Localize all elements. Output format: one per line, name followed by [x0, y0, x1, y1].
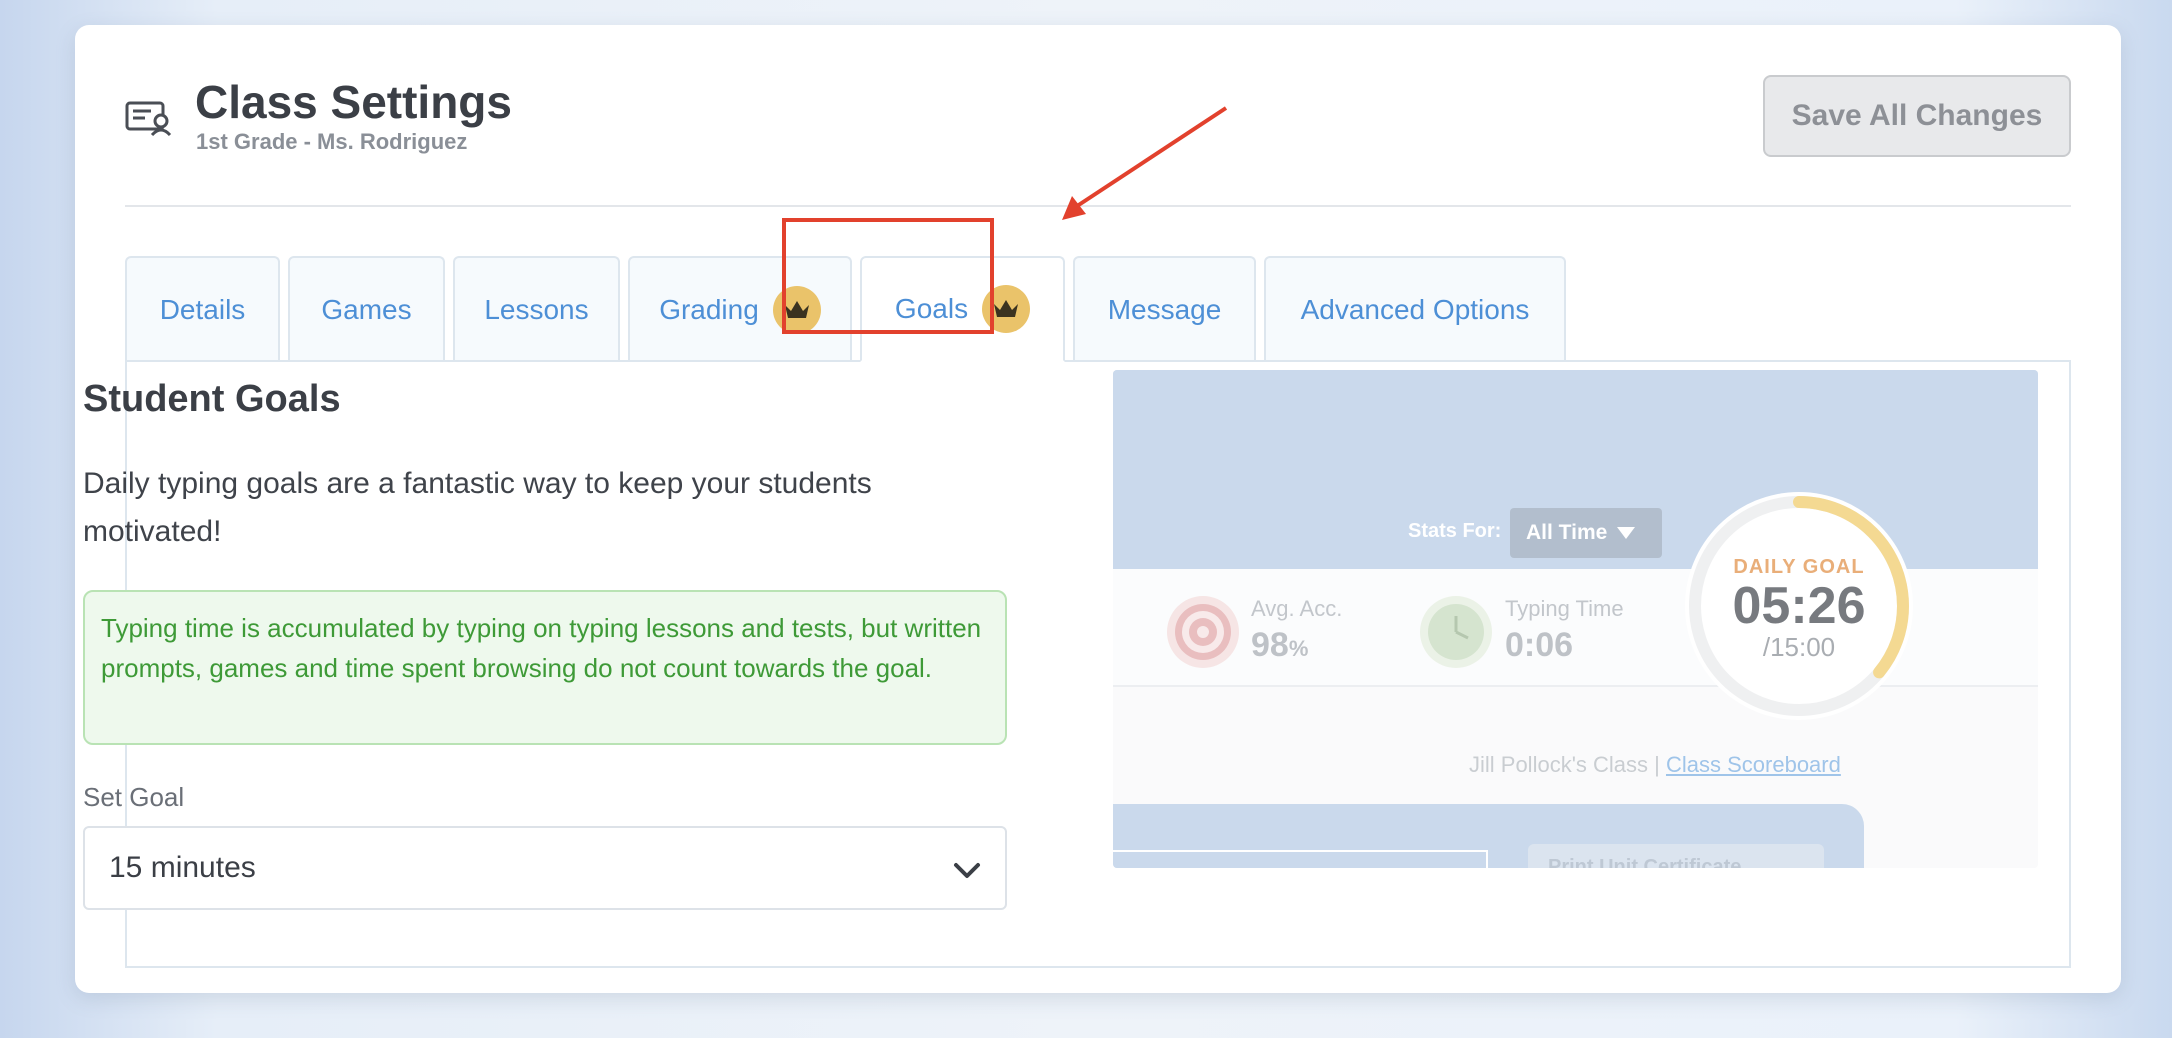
preview-class-line: Jill Pollock's Class | Class Scoreboard	[1469, 752, 1841, 778]
class-scoreboard-link: Class Scoreboard	[1665, 752, 1841, 777]
preview-class-name: Jill Pollock's Class |	[1469, 752, 1660, 777]
preview-accuracy-value: 98%	[1251, 626, 1309, 664]
preview-typing-time-value: 0:06	[1505, 626, 1574, 664]
tab-label: Advanced Options	[1300, 294, 1530, 325]
page-title: Class Settings	[195, 76, 512, 128]
goal-preview-image: Stats For: All Time Avg. Acc. 98% Typing…	[1113, 370, 2038, 868]
clock-icon	[1420, 596, 1492, 668]
tab-label: Games	[321, 294, 412, 325]
set-goal-label: Set Goal	[83, 782, 185, 812]
chevron-down-icon	[954, 863, 980, 878]
tab-label: Grading	[659, 294, 759, 325]
set-goal-select[interactable]: 15 minutes	[83, 826, 1007, 910]
preview-print-button: Print Unit Certificate	[1528, 844, 1824, 868]
tab-label: Details	[159, 294, 246, 325]
tab-games[interactable]: Games	[288, 256, 445, 362]
preview-stats-for-label: Stats For:	[1408, 520, 1502, 542]
student-goals-heading: Student Goals	[83, 378, 341, 420]
class-settings-icon	[125, 101, 172, 137]
page-subtitle: 1st Grade - Ms. Rodriguez	[196, 129, 468, 154]
caret-down-icon	[1617, 527, 1636, 539]
preview-stats-for-value: All Time	[1526, 521, 1608, 544]
target-icon	[1167, 596, 1239, 668]
preview-bottom-box	[1113, 850, 1488, 868]
tab-lessons[interactable]: Lessons	[453, 256, 620, 362]
arrow-annotation-icon	[1062, 106, 1228, 220]
selected-goal-value: 15 minutes	[109, 851, 256, 884]
preview-accuracy-label: Avg. Acc.	[1251, 596, 1343, 621]
tab-label: Lessons	[484, 294, 589, 325]
typing-time-notice: Typing time is accumulated by typing on …	[83, 590, 1007, 745]
daily-goal-value: 05:26	[1732, 577, 1866, 635]
preview-stats-for-dropdown: All Time	[1510, 508, 1662, 558]
tab-label: Message	[1107, 294, 1222, 325]
save-all-changes-button[interactable]: Save All Changes	[1763, 75, 2071, 157]
daily-goal-target: /15:00	[1762, 632, 1836, 662]
tab-details[interactable]: Details	[125, 256, 280, 362]
goals-description: Daily typing goals are a fantastic way t…	[83, 467, 872, 548]
preview-typing-time-label: Typing Time	[1505, 596, 1624, 621]
tab-message[interactable]: Message	[1073, 256, 1256, 362]
tab-advanced-options[interactable]: Advanced Options	[1264, 256, 1566, 362]
